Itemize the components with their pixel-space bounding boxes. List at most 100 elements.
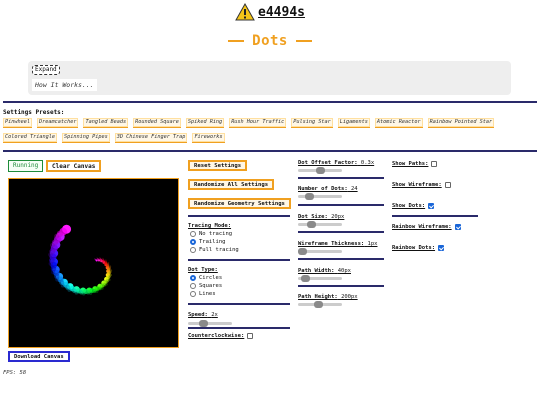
preset-button[interactable]: Colored Triangle <box>3 133 57 143</box>
how-it-works-link[interactable]: How It Works... <box>32 79 97 91</box>
presets-title: Settings Presets: <box>3 109 65 116</box>
divider <box>3 101 537 103</box>
show-dots-label-text: Show Dots: <box>392 203 426 209</box>
spiral-dot <box>107 261 110 264</box>
path-width-label-text: Path Width: <box>298 268 335 274</box>
preset-button[interactable]: Rainbow Pointed Star <box>427 118 495 128</box>
number-of-dots-slider[interactable] <box>298 193 342 200</box>
section-divider <box>298 258 384 260</box>
radio-selected-icon[interactable] <box>190 275 196 281</box>
show-paths-label-text: Show Paths: <box>392 161 429 167</box>
path-height-slider[interactable] <box>298 301 342 308</box>
slider-handle[interactable] <box>199 320 209 327</box>
randomize-geometry-button[interactable]: Randomize Geometry Settings <box>188 198 291 209</box>
preset-button[interactable]: Rush Hour Traffic <box>229 118 287 128</box>
dot-offset-slider[interactable] <box>298 167 342 174</box>
preset-button[interactable]: Atomic Reactor <box>374 118 423 128</box>
preset-button[interactable]: Pinwheel <box>3 118 32 128</box>
rainbow-dots-label-text: Rainbow Dots: <box>392 245 436 251</box>
tracing-option-trailing[interactable]: Trailing <box>190 239 226 245</box>
warning-icon <box>235 3 255 21</box>
dot-offset-label-text: Dot Offset Factor: <box>298 160 358 166</box>
preset-button[interactable]: Spiked Ring <box>185 118 225 128</box>
preset-button[interactable]: Rounded Square <box>133 118 181 128</box>
dot-size-slider[interactable] <box>298 221 342 228</box>
path-height-label-text: Path Height: <box>298 294 338 300</box>
spiral-dot <box>81 292 86 296</box>
radio-icon[interactable] <box>190 291 196 297</box>
title-dash-left <box>228 40 245 42</box>
number-of-dots-value: 24 <box>350 186 358 192</box>
preset-button[interactable]: Tangled Beads <box>83 118 129 128</box>
slider-handle[interactable] <box>305 193 314 200</box>
show-dots-checkbox[interactable] <box>428 203 435 209</box>
slider-handle[interactable] <box>316 167 325 174</box>
number-of-dots-label-text: Number of Dots: <box>298 186 348 192</box>
section-divider <box>188 303 290 305</box>
dot-type-circles[interactable]: Circles <box>190 275 222 281</box>
dot-offset-label: Dot Offset Factor: 0.3x <box>298 160 374 166</box>
animation-canvas[interactable] <box>8 178 179 348</box>
section-divider <box>188 327 290 329</box>
spiral-dot <box>109 269 113 272</box>
preset-button[interactable]: Dreamcatcher <box>37 118 79 128</box>
site-logo-link[interactable]: e4494s <box>258 5 305 20</box>
spiral-dot <box>94 258 96 260</box>
spiral-dot <box>95 289 99 293</box>
spiral-dot <box>48 252 53 257</box>
rainbow-dots-checkbox[interactable] <box>438 245 445 251</box>
section-divider <box>298 204 384 206</box>
divider <box>3 150 537 152</box>
page-title: Dots <box>0 33 540 49</box>
preset-button[interactable]: Ligaments <box>337 118 370 128</box>
page-title-text: Dots <box>252 33 288 49</box>
preset-button[interactable]: Fireworks <box>192 133 225 143</box>
section-divider <box>188 215 290 217</box>
spiral-dot <box>55 277 60 282</box>
preset-button[interactable]: 3D Chinese Finger Trap <box>114 133 188 143</box>
option-label: Trailing <box>199 239 226 245</box>
radio-selected-icon[interactable] <box>190 239 196 245</box>
path-width-value: 40px <box>337 268 351 274</box>
counterclockwise-label-text: Counterclockwise: <box>188 333 245 339</box>
reset-settings-button[interactable]: Reset Settings <box>188 160 248 171</box>
slider-handle[interactable] <box>300 275 310 282</box>
slider-handle[interactable] <box>307 221 317 228</box>
show-wireframe-checkbox[interactable] <box>444 182 451 188</box>
radio-icon[interactable] <box>190 231 196 237</box>
option-label: Lines <box>199 291 216 297</box>
path-width-slider[interactable] <box>298 275 342 282</box>
download-canvas-button[interactable]: Download Canvas <box>8 351 70 362</box>
radio-icon[interactable] <box>190 283 196 289</box>
section-divider <box>298 285 384 287</box>
rainbow-wireframe-checkbox[interactable] <box>454 224 461 230</box>
show-paths-checkbox[interactable] <box>431 161 438 167</box>
clear-canvas-button[interactable]: Clear Canvas <box>46 160 102 172</box>
slider-handle[interactable] <box>313 301 323 308</box>
speed-label-text: Speed: <box>188 312 208 318</box>
spiral-dot <box>99 257 101 259</box>
spiral-dot <box>96 257 98 259</box>
section-divider <box>392 215 478 217</box>
radio-icon[interactable] <box>190 247 196 253</box>
preset-button[interactable]: Pulsing Star <box>291 118 333 128</box>
running-toggle-button[interactable]: Running <box>8 160 44 172</box>
counterclockwise-checkbox[interactable] <box>247 333 254 339</box>
wireframe-thickness-label: Wireframe Thickness: 1px <box>298 241 377 247</box>
slider-handle[interactable] <box>298 248 307 255</box>
tracing-option-none[interactable]: No tracing <box>190 231 232 237</box>
expand-button[interactable]: Expand <box>32 65 60 75</box>
dot-type-squares[interactable]: Squares <box>190 283 222 289</box>
randomize-all-button[interactable]: Randomize All Settings <box>188 179 275 190</box>
spiral-dot <box>107 278 111 282</box>
dot-type-lines[interactable]: Lines <box>190 291 216 297</box>
path-height-value: 200px <box>341 294 358 300</box>
speed-slider[interactable] <box>188 320 232 327</box>
option-label: Circles <box>199 275 223 281</box>
tracing-option-full[interactable]: Full tracing <box>190 247 239 253</box>
section-divider <box>298 177 384 179</box>
wireframe-thickness-label-text: Wireframe Thickness: <box>298 241 365 247</box>
preset-button[interactable]: Spinning Pipes <box>61 133 110 143</box>
dot-size-label: Dot Size: 20px <box>298 214 344 220</box>
wireframe-thickness-slider[interactable] <box>298 248 342 255</box>
